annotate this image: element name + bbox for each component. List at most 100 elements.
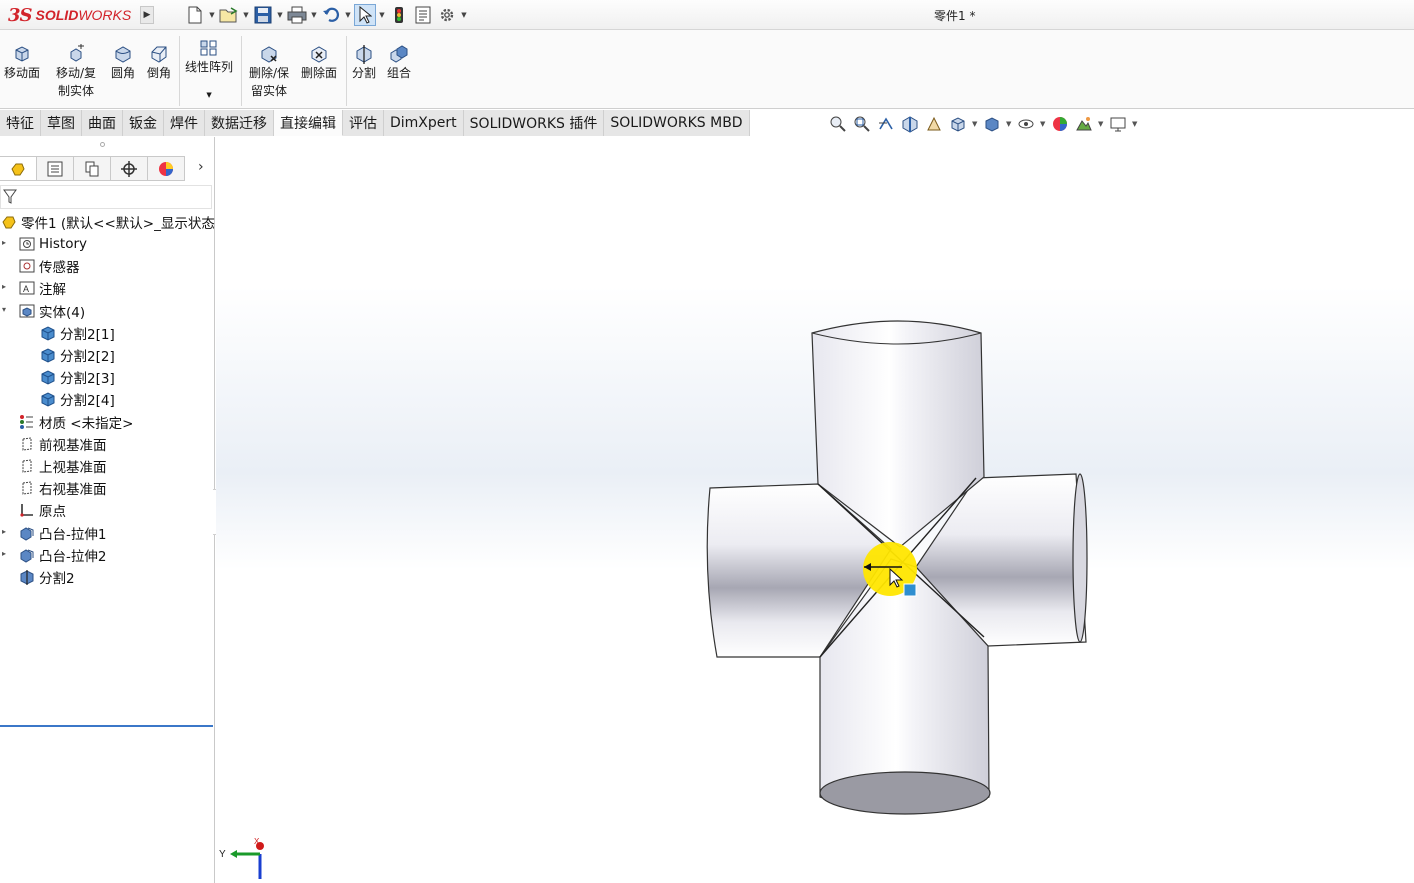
expand-arrow-icon[interactable]: ▸ <box>2 282 12 291</box>
tree-node-body-split2-1[interactable]: 分割2[1] <box>39 322 115 344</box>
apply-scene-dropdown-icon[interactable]: ▼ <box>1098 120 1104 128</box>
linear-pattern-dropdown-icon[interactable]: ▼ <box>206 86 211 104</box>
tab-feature-manager[interactable] <box>0 156 37 181</box>
zoom-to-fit-icon[interactable] <box>828 114 848 134</box>
window-title: 零件1 * <box>934 9 976 23</box>
tab-evaluate[interactable]: 评估 <box>343 110 384 136</box>
options-dropdown-icon[interactable]: ▼ <box>460 4 468 26</box>
print-icon[interactable] <box>286 4 308 26</box>
print-dropdown-icon[interactable]: ▼ <box>310 4 318 26</box>
new-document-icon[interactable] <box>184 4 206 26</box>
feature-tree-filter[interactable] <box>0 185 212 209</box>
split-button[interactable]: 分割 <box>352 44 376 82</box>
move-copy-body-button[interactable]: 移动/复 制实体 <box>56 44 96 100</box>
rollback-bar[interactable] <box>0 725 213 727</box>
edit-appearance-icon[interactable] <box>1050 114 1070 134</box>
tree-node-material[interactable]: 材质 <未指定> <box>18 411 133 433</box>
tree-node-boss-extrude2[interactable]: ▸ 凸台-拉伸2 <box>2 544 106 566</box>
dynamic-annotation-icon[interactable] <box>924 114 944 134</box>
tree-node-label: 分割2 <box>39 571 75 587</box>
undo-dropdown-icon[interactable]: ▼ <box>344 4 352 26</box>
combine-button[interactable]: 组合 <box>387 44 411 82</box>
view-orientation-dropdown-icon[interactable]: ▼ <box>972 120 978 128</box>
open-dropdown-icon[interactable]: ▼ <box>242 4 250 26</box>
body-icon <box>39 390 57 408</box>
tree-node-solid-bodies[interactable]: ▾ 实体(4) <box>2 300 85 322</box>
ribbon-label: 删除/保 留实体 <box>249 66 290 98</box>
tab-data-migration[interactable]: 数据迁移 <box>205 110 274 136</box>
section-view-icon[interactable] <box>900 114 920 134</box>
fillet-button[interactable]: 圆角 <box>111 44 135 82</box>
file-properties-icon[interactable] <box>412 4 434 26</box>
apply-scene-icon[interactable] <box>1074 114 1094 134</box>
expand-arrow-icon[interactable]: ▸ <box>2 238 12 247</box>
delete-face-button[interactable]: 删除面 <box>301 44 337 82</box>
tab-display-manager[interactable] <box>148 156 185 181</box>
traffic-light-icon[interactable] <box>388 4 410 26</box>
panel-expand-arrow-icon[interactable]: › <box>198 159 204 175</box>
view-settings-dropdown-icon[interactable]: ▼ <box>1132 120 1138 128</box>
tree-node-body-split2-4[interactable]: 分割2[4] <box>39 388 115 410</box>
expand-arrow-icon[interactable]: ▸ <box>2 527 12 536</box>
linear-pattern-button[interactable]: 线性阵列 ▼ <box>185 38 233 104</box>
tree-node-sensors[interactable]: 传感器 <box>18 255 80 277</box>
view-settings-icon[interactable] <box>1108 114 1128 134</box>
tab-property-manager[interactable] <box>37 156 74 181</box>
previous-view-icon[interactable] <box>876 114 896 134</box>
plane-icon <box>18 479 36 497</box>
display-style-icon[interactable] <box>982 114 1002 134</box>
tab-surfaces[interactable]: 曲面 <box>82 110 123 136</box>
tab-solidworks-addins[interactable]: SOLIDWORKS 插件 <box>463 110 605 136</box>
tree-node-body-split2-2[interactable]: 分割2[2] <box>39 344 115 366</box>
save-dropdown-icon[interactable]: ▼ <box>276 4 284 26</box>
menu-expand-arrow-icon[interactable]: ▶ <box>140 6 154 24</box>
graphics-area[interactable]: Y X <box>216 137 1414 883</box>
model-canvas[interactable]: Y X <box>216 137 1414 883</box>
tab-sketch[interactable]: 草图 <box>41 110 82 136</box>
tree-node-right-plane[interactable]: 右视基准面 <box>18 477 107 499</box>
tab-features[interactable]: 特征 <box>0 110 41 136</box>
solidworks-logo[interactable]: 3S SOLIDWORKS <box>2 2 136 28</box>
tree-node-boss-extrude1[interactable]: ▸ 凸台-拉伸1 <box>2 522 106 544</box>
panel-drag-handle[interactable] <box>100 142 105 147</box>
display-style-dropdown-icon[interactable]: ▼ <box>1006 120 1012 128</box>
tab-dimxpert-manager[interactable] <box>111 156 148 181</box>
tab-weldments[interactable]: 焊件 <box>164 110 205 136</box>
open-icon[interactable] <box>218 4 240 26</box>
tab-sheet-metal[interactable]: 钣金 <box>123 110 164 136</box>
tree-node-split2[interactable]: 分割2 <box>18 566 75 588</box>
tree-node-history[interactable]: ▸ History <box>2 233 87 255</box>
tab-configuration-manager[interactable] <box>74 156 111 181</box>
delete-keep-body-button[interactable]: 删除/保 留实体 <box>249 44 289 100</box>
select-dropdown-icon[interactable]: ▼ <box>378 4 386 26</box>
new-dropdown-icon[interactable]: ▼ <box>208 4 216 26</box>
zoom-to-area-icon[interactable] <box>852 114 872 134</box>
view-orientation-icon[interactable] <box>948 114 968 134</box>
tree-node-annotations[interactable]: ▸ A 注解 <box>2 277 66 299</box>
move-face-button[interactable]: 移动面 <box>4 44 40 82</box>
chamfer-button[interactable]: 倒角 <box>147 44 171 82</box>
hide-show-dropdown-icon[interactable]: ▼ <box>1040 120 1046 128</box>
tree-node-front-plane[interactable]: 前视基准面 <box>18 433 107 455</box>
options-gear-icon[interactable] <box>436 4 458 26</box>
tab-dimxpert[interactable]: DimXpert <box>384 110 464 136</box>
tree-root-part[interactable]: 零件1 (默认<<默认>_显示状态 <box>0 211 215 233</box>
undo-icon[interactable] <box>320 4 342 26</box>
save-icon[interactable] <box>252 4 274 26</box>
collapse-arrow-icon[interactable]: ▾ <box>2 305 12 314</box>
tab-solidworks-mbd[interactable]: SOLIDWORKS MBD <box>604 110 750 136</box>
body-icon <box>39 324 57 342</box>
select-icon[interactable] <box>354 4 376 26</box>
tree-node-origin[interactable]: 原点 <box>18 499 66 521</box>
tree-node-top-plane[interactable]: 上视基准面 <box>18 455 107 477</box>
ribbon-label: 移动/复 制实体 <box>56 66 97 98</box>
tree-node-body-split2-3[interactable]: 分割2[3] <box>39 366 115 388</box>
expand-arrow-icon[interactable]: ▸ <box>2 549 12 558</box>
ribbon-label: 组合 <box>387 66 412 80</box>
tab-direct-editing[interactable]: 直接编辑 <box>274 110 343 136</box>
split-icon <box>18 568 36 586</box>
logo-solid: SOLID <box>35 7 79 23</box>
hide-show-items-icon[interactable] <box>1016 114 1036 134</box>
display-manager-icon <box>159 161 173 176</box>
tree-node-label: 分割2[2] <box>60 349 115 365</box>
